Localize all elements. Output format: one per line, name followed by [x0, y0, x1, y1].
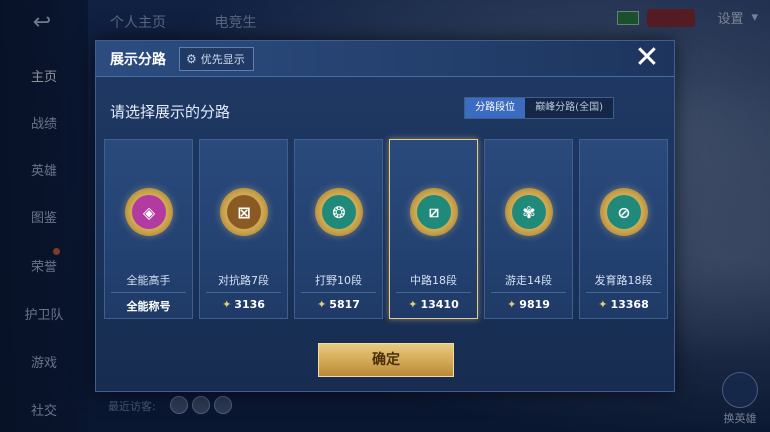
lane-rank-name: 发育路18段	[594, 274, 653, 287]
lane-rank-name: 对抗路7段	[218, 274, 269, 287]
lane-badge-icon: ◈	[125, 188, 173, 236]
close-icon[interactable]: ✕	[632, 43, 662, 74]
lane-emblem-icon: ⧄	[417, 195, 451, 229]
lane-power-text: 全能称号	[126, 300, 171, 313]
lane-card[interactable]: ⧄ 中路18段 ✦ 13410	[389, 139, 478, 319]
lane-rank-name: 全能高手	[126, 274, 171, 287]
select-lane-prompt: 请选择展示的分路	[110, 103, 231, 121]
card-divider	[396, 292, 471, 293]
lane-power-text: 13368	[610, 298, 649, 311]
power-icon: ✦	[222, 298, 232, 311]
lane-power-value: 全能称号	[105, 298, 192, 314]
power-icon: ✦	[598, 298, 608, 311]
lane-power-value: ✦ 13410	[390, 298, 477, 311]
lane-emblem-icon: ✾	[512, 195, 546, 229]
priority-display-button[interactable]: ⚙ 优先显示	[179, 47, 254, 71]
lane-power-text: 9819	[519, 298, 550, 311]
lane-card[interactable]: ⊘ 发育路18段 ✦ 13368	[579, 139, 668, 319]
card-divider	[301, 292, 376, 293]
lane-card[interactable]: ⊠ 对抗路7段 ✦ 3136	[199, 139, 288, 319]
lane-badge-icon: ⧄	[410, 188, 458, 236]
power-icon: ✦	[317, 298, 327, 311]
card-divider	[111, 292, 186, 293]
card-divider	[206, 292, 281, 293]
lane-emblem-icon: ⊘	[607, 195, 641, 229]
lane-power-text: 5817	[329, 298, 360, 311]
lane-rank-name: 中路18段	[410, 274, 457, 287]
lane-badge-icon: ⊠	[220, 188, 268, 236]
lane-badge-icon: ❂	[315, 188, 363, 236]
power-icon: ✦	[408, 298, 418, 311]
lane-power-text: 3136	[234, 298, 265, 311]
confirm-button[interactable]: 确定	[318, 343, 454, 377]
lane-mode-toggle: 分路段位 巅峰分路(全国)	[464, 97, 614, 119]
lane-cards: ◈ 全能高手 全能称号 ⊠ 对抗路7段 ✦ 3136 ❂ 打野10段 ✦ 5817 ⧄ 中路18段 ✦ 13…	[104, 139, 668, 319]
card-divider	[491, 292, 566, 293]
lane-power-value: ✦ 3136	[200, 298, 287, 311]
gear-icon: ⚙	[186, 52, 197, 66]
lane-badge-icon: ⊘	[600, 188, 648, 236]
lane-power-value: ✦ 5817	[295, 298, 382, 311]
lane-emblem-icon: ◈	[132, 195, 166, 229]
lane-card[interactable]: ✾ 游走14段 ✦ 9819	[484, 139, 573, 319]
lane-power-value: ✦ 9819	[485, 298, 572, 311]
lane-emblem-icon: ⊠	[227, 195, 261, 229]
lane-rank-name: 打野10段	[315, 274, 362, 287]
lane-power-text: 13410	[420, 298, 459, 311]
priority-display-label: 优先显示	[200, 53, 245, 66]
card-divider	[586, 292, 661, 293]
lane-card[interactable]: ❂ 打野10段 ✦ 5817	[294, 139, 383, 319]
dialog-title: 展示分路	[110, 52, 166, 68]
power-icon: ✦	[507, 298, 517, 311]
lane-rank-name: 游走14段	[505, 274, 552, 287]
dialog-header: 展示分路 ⚙ 优先显示 ✕	[96, 41, 674, 77]
lane-emblem-icon: ❂	[322, 195, 356, 229]
display-lane-dialog: 展示分路 ⚙ 优先显示 ✕ 请选择展示的分路 分路段位 巅峰分路(全国) ◈ 全能…	[95, 40, 675, 392]
lane-power-value: ✦ 13368	[580, 298, 667, 311]
lane-badge-icon: ✾	[505, 188, 553, 236]
tab-peak-lane[interactable]: 巅峰分路(全国)	[525, 98, 613, 118]
tab-lane-rank[interactable]: 分路段位	[465, 98, 526, 118]
lane-card[interactable]: ◈ 全能高手全能称号	[104, 139, 193, 319]
